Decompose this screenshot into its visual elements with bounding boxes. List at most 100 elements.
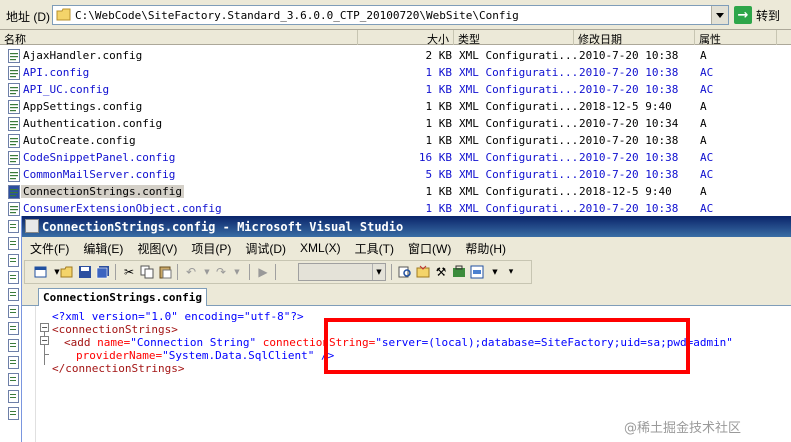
xml-file-icon bbox=[8, 237, 19, 250]
tab-connectionstrings-config[interactable]: ConnectionStrings.config bbox=[38, 288, 207, 306]
menu-view[interactable]: 视图(V) bbox=[137, 240, 177, 257]
menu-window[interactable]: 窗口(W) bbox=[408, 240, 451, 257]
file-row[interactable]: AjaxHandler.config 2 KB XML Configurati...… bbox=[0, 47, 791, 64]
start-debug-icon[interactable]: ▶ bbox=[255, 264, 271, 280]
chevron-down-icon bbox=[716, 12, 724, 18]
file-row[interactable]: ConnectionStrings.config 1 KB XML Configur… bbox=[0, 183, 791, 200]
column-date[interactable]: 修改日期 bbox=[574, 30, 695, 46]
file-row[interactable]: ConsumerExtensionObject.config 1 KB XML Co… bbox=[0, 200, 791, 217]
copy-icon[interactable] bbox=[139, 264, 155, 280]
folder-icon bbox=[56, 8, 71, 21]
chevron-down-icon: ▼ bbox=[372, 264, 385, 280]
column-type[interactable]: 类型 bbox=[454, 30, 574, 46]
file-size: 2 KB bbox=[425, 49, 453, 62]
address-path: C:\WebCode\SiteFactory.Standard_3.6.0.0_… bbox=[75, 9, 519, 22]
find-in-files-icon[interactable] bbox=[397, 264, 413, 280]
collapse-icon[interactable]: − bbox=[40, 323, 49, 332]
xml-file-icon bbox=[8, 220, 19, 233]
column-name[interactable]: 名称 bbox=[0, 30, 358, 46]
xml-file-icon bbox=[8, 202, 20, 216]
file-date: 2010-7-20 10:38 bbox=[579, 202, 679, 215]
redo-icon[interactable]: ↷ bbox=[213, 264, 229, 280]
menu-xml[interactable]: XML(X) bbox=[300, 241, 341, 255]
file-row[interactable]: Authentication.config 1 KB XML Configurati… bbox=[0, 115, 791, 132]
address-bar: 地址 (D) C:\WebCode\SiteFactory.Standard_3… bbox=[0, 0, 791, 30]
menu-edit[interactable]: 编辑(E) bbox=[83, 240, 123, 257]
toolbar-overflow-icon[interactable]: ▾ bbox=[503, 264, 519, 280]
file-size: 16 KB bbox=[418, 151, 452, 164]
code-line-1: <?xml version="1.0" encoding="utf-8"?> bbox=[52, 310, 304, 323]
paste-icon[interactable] bbox=[157, 264, 173, 280]
menu-debug[interactable]: 调试(D) bbox=[245, 240, 286, 257]
file-size: 1 KB bbox=[425, 134, 453, 147]
file-attr: A bbox=[700, 117, 707, 130]
file-name: AjaxHandler.config bbox=[23, 49, 143, 62]
file-row[interactable]: API.config 1 KB XML Configurati... 2010-7-2… bbox=[0, 64, 791, 81]
file-attr: AC bbox=[700, 202, 714, 215]
toolbox-icon[interactable] bbox=[451, 264, 467, 280]
column-header: 名称 大小 类型 修改日期 属性 bbox=[0, 30, 791, 46]
save-icon[interactable] bbox=[77, 264, 93, 280]
cut-icon[interactable]: ✂ bbox=[121, 264, 137, 280]
address-label: 地址 (D) bbox=[6, 10, 50, 24]
properties-icon[interactable]: ⚒ bbox=[433, 264, 449, 280]
solution-config-combo[interactable]: ▼ bbox=[298, 263, 386, 281]
file-type: XML Configurati... bbox=[459, 168, 579, 181]
xml-tag: <add bbox=[64, 336, 91, 349]
open-file-icon[interactable] bbox=[59, 264, 75, 280]
file-attr: A bbox=[700, 49, 707, 62]
watermark: @稀土掘金技术社区 bbox=[624, 421, 742, 436]
file-size: 1 KB bbox=[425, 100, 453, 113]
xml-file-icon bbox=[8, 305, 19, 318]
go-button[interactable]: → 转到 bbox=[734, 5, 788, 25]
file-date: 2010-7-20 10:38 bbox=[579, 151, 679, 164]
file-row[interactable]: CodeSnippetPanel.config 16 KB XML Configur… bbox=[0, 149, 791, 166]
file-date: 2010-7-20 10:38 bbox=[579, 134, 679, 147]
toolbar-separator bbox=[249, 264, 250, 280]
file-name: CommonMailServer.config bbox=[23, 168, 176, 181]
file-attr: A bbox=[700, 185, 707, 198]
file-date: 2010-7-20 10:38 bbox=[579, 168, 679, 181]
xml-file-icon bbox=[8, 390, 19, 403]
go-label: 转到 bbox=[756, 8, 781, 23]
collapse-icon[interactable]: − bbox=[40, 336, 49, 345]
fold-guide bbox=[44, 345, 45, 365]
menu-file[interactable]: 文件(F) bbox=[30, 240, 69, 257]
vs-title-bar[interactable]: ConnectionStrings.config - Microsoft Vis… bbox=[22, 216, 791, 237]
undo-icon[interactable]: ↶ bbox=[183, 264, 199, 280]
file-row[interactable]: API_UC.config 1 KB XML Configurati... 2010-… bbox=[0, 81, 791, 98]
xml-file-icon bbox=[8, 100, 20, 114]
xml-file-icon bbox=[8, 288, 19, 301]
column-attr[interactable]: 属性 bbox=[695, 30, 777, 46]
save-all-icon[interactable] bbox=[95, 264, 111, 280]
class-view-icon[interactable] bbox=[469, 264, 485, 280]
file-row[interactable]: CommonMailServer.config 5 KB XML Configura… bbox=[0, 166, 791, 183]
more-dropdown-icon[interactable]: ▼ bbox=[487, 264, 503, 280]
file-date: 2018-12-5 9:40 bbox=[579, 185, 672, 198]
file-list: 名称 大小 类型 修改日期 属性 AjaxHandler.config 2 KB X… bbox=[0, 30, 791, 216]
file-type: XML Configurati... bbox=[459, 151, 579, 164]
new-project-icon[interactable] bbox=[33, 264, 49, 280]
file-attr: AC bbox=[700, 168, 714, 181]
toolbar-separator bbox=[177, 264, 178, 280]
file-size: 5 KB bbox=[425, 168, 453, 181]
column-size[interactable]: 大小 bbox=[358, 30, 454, 46]
menu-help[interactable]: 帮助(H) bbox=[465, 240, 506, 257]
xml-file-icon bbox=[8, 117, 20, 131]
file-name: ConsumerExtensionObject.config bbox=[23, 202, 222, 215]
solution-explorer-icon[interactable] bbox=[415, 264, 431, 280]
file-row[interactable]: AppSettings.config 1 KB XML Configurati...… bbox=[0, 98, 791, 115]
address-input[interactable]: C:\WebCode\SiteFactory.Standard_3.6.0.0_… bbox=[52, 5, 729, 25]
file-name: Authentication.config bbox=[23, 117, 163, 130]
xml-file-icon bbox=[8, 168, 20, 182]
file-size: 1 KB bbox=[425, 117, 453, 130]
xml-file-icon bbox=[8, 356, 19, 369]
menu-project[interactable]: 项目(P) bbox=[191, 240, 231, 257]
redo-dropdown-icon[interactable]: ▼ bbox=[229, 264, 245, 280]
file-date: 2018-12-5 9:40 bbox=[579, 100, 672, 113]
file-size: 1 KB bbox=[425, 202, 453, 215]
code-line-4: providerName="System.Data.SqlClient" /> bbox=[76, 349, 334, 362]
file-row[interactable]: AutoCreate.config 1 KB XML Configurati... 2… bbox=[0, 132, 791, 149]
menu-tools[interactable]: 工具(T) bbox=[355, 240, 394, 257]
address-dropdown-button[interactable] bbox=[711, 6, 728, 24]
